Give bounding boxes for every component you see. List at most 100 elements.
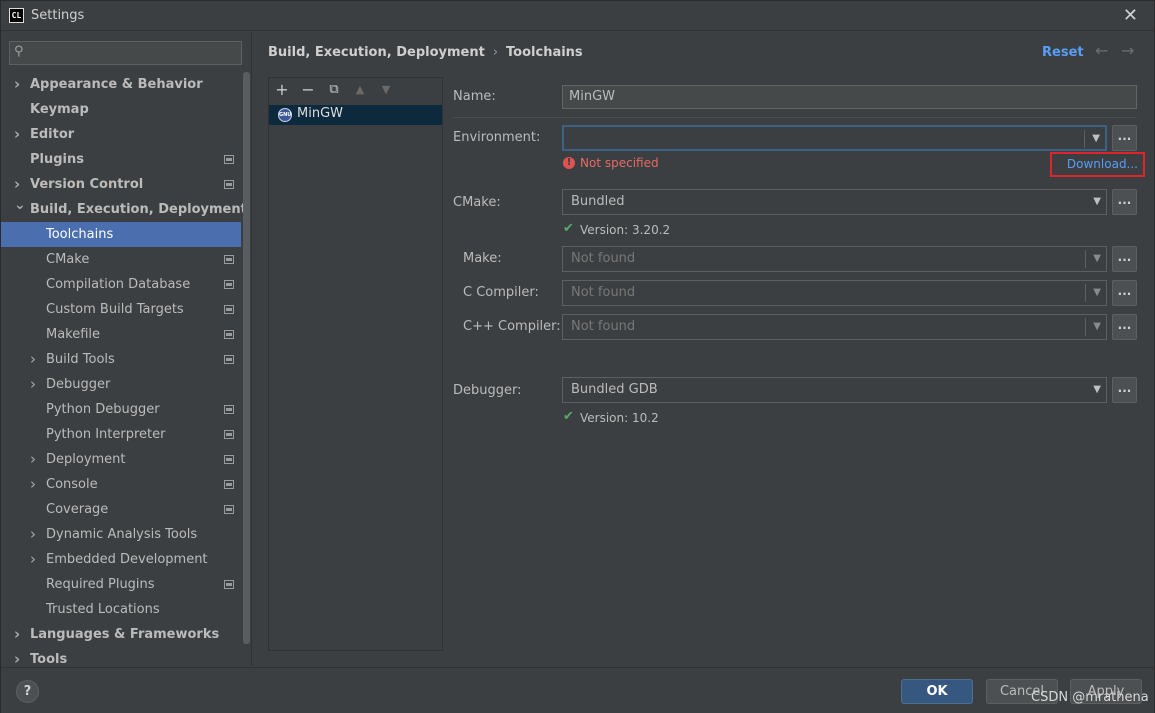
forward-arrow-icon[interactable]: →	[1121, 41, 1134, 60]
sidebar-item-plugins[interactable]: Plugins	[1, 147, 241, 172]
make-browse-button[interactable]: ...	[1112, 246, 1137, 272]
copy-icon[interactable]: ⧉	[324, 80, 344, 100]
project-level-icon	[224, 480, 234, 489]
cpp-compiler-dropdown[interactable]: Not found ▼	[562, 314, 1107, 340]
sidebar-item-toolchains[interactable]: Toolchains	[1, 222, 241, 247]
make-dropdown[interactable]: Not found ▼	[562, 246, 1107, 272]
chevron-right-icon[interactable]: ›	[30, 522, 36, 547]
debugger-browse-button[interactable]: ...	[1112, 377, 1137, 403]
add-icon[interactable]: +	[272, 80, 292, 100]
close-icon[interactable]: ✕	[1123, 5, 1138, 26]
settings-sidebar: ⚲ › Appearance & Behavior Keymap › Editor Plu…	[1, 32, 252, 668]
project-level-icon	[224, 280, 234, 289]
sidebar-item-editor[interactable]: › Editor	[1, 122, 241, 147]
cpp-compiler-browse-button[interactable]: ...	[1112, 314, 1137, 340]
sidebar-item-label: Compilation Database	[46, 277, 191, 292]
help-button[interactable]: ?	[16, 680, 39, 703]
sidebar-item-label: Custom Build Targets	[46, 302, 184, 317]
debugger-dropdown[interactable]: Bundled GDB ▼	[562, 377, 1107, 403]
form-divider	[453, 117, 1137, 118]
cmake-browse-button[interactable]: ...	[1112, 189, 1137, 215]
sidebar-item-build-tools[interactable]: › Build Tools	[1, 347, 241, 372]
environment-error-text: Not specified	[580, 156, 659, 170]
environment-dropdown[interactable]: ▼	[562, 125, 1107, 151]
project-level-icon	[224, 430, 234, 439]
chevron-right-icon[interactable]: ›	[30, 547, 36, 572]
sidebar-scrollbar[interactable]	[243, 72, 250, 644]
debugger-version-text: Version: 10.2	[580, 411, 659, 425]
error-icon: !	[563, 157, 575, 169]
chevron-down-icon: ▼	[1093, 384, 1101, 395]
project-level-icon	[224, 180, 234, 189]
sidebar-item-label: Appearance & Behavior	[30, 77, 203, 92]
sidebar-item-label: Editor	[30, 127, 75, 142]
sidebar-item-label: Deployment	[46, 452, 126, 467]
search-field[interactable]: ⚲	[9, 41, 242, 65]
sidebar-item-label: Build Tools	[46, 352, 115, 367]
sidebar-item-languages-frameworks[interactable]: › Languages & Frameworks	[1, 622, 241, 647]
chevron-right-icon[interactable]: ›	[30, 447, 36, 472]
sidebar-item-compilation-database[interactable]: Compilation Database	[1, 272, 241, 297]
dropdown-divider	[1085, 284, 1086, 302]
chevron-right-icon[interactable]: ›	[30, 372, 36, 397]
breadcrumb-current: Toolchains	[506, 45, 583, 60]
cmake-value: Bundled	[571, 194, 625, 209]
remove-icon[interactable]: −	[298, 80, 318, 100]
sidebar-item-python-interpreter[interactable]: Python Interpreter	[1, 422, 241, 447]
csdn-watermark: CSDN @mrathena	[1031, 690, 1149, 705]
sidebar-item-deployment[interactable]: › Deployment	[1, 447, 241, 472]
chevron-down-icon[interactable]: ⌄	[14, 193, 26, 218]
make-value: Not found	[571, 251, 636, 266]
project-level-icon	[224, 355, 234, 364]
project-level-icon	[224, 405, 234, 414]
c-compiler-dropdown[interactable]: Not found ▼	[562, 280, 1107, 306]
search-input[interactable]	[32, 44, 237, 62]
reset-link[interactable]: Reset	[1042, 45, 1084, 60]
chevron-right-icon[interactable]: ›	[14, 622, 20, 647]
sidebar-item-required-plugins[interactable]: Required Plugins	[1, 572, 241, 597]
sidebar-item-makefile[interactable]: Makefile	[1, 322, 241, 347]
sidebar-item-trusted-locations[interactable]: Trusted Locations	[1, 597, 241, 622]
project-level-icon	[224, 155, 234, 164]
name-field[interactable]: MinGW	[562, 85, 1137, 109]
sidebar-item-debugger[interactable]: › Debugger	[1, 372, 241, 397]
sidebar-item-custom-build-targets[interactable]: Custom Build Targets	[1, 297, 241, 322]
c-compiler-browse-button[interactable]: ...	[1112, 280, 1137, 306]
sidebar-item-version-control[interactable]: › Version Control	[1, 172, 241, 197]
chevron-down-icon: ▼	[1093, 196, 1101, 207]
chevron-right-icon[interactable]: ›	[30, 472, 36, 497]
sidebar-item-label: Coverage	[46, 502, 109, 517]
environment-browse-button[interactable]: ...	[1112, 125, 1137, 151]
sidebar-item-label: Trusted Locations	[46, 602, 160, 617]
move-down-icon[interactable]: ▼	[376, 80, 396, 100]
search-icon: ⚲	[14, 44, 24, 59]
sidebar-item-embedded-development[interactable]: › Embedded Development	[1, 547, 241, 572]
title-bar: CL Settings ✕	[1, 1, 1154, 31]
sidebar-item-python-debugger[interactable]: Python Debugger	[1, 397, 241, 422]
debugger-label: Debugger:	[453, 383, 522, 398]
breadcrumb-parent[interactable]: Build, Execution, Deployment	[268, 45, 485, 60]
sidebar-item-console[interactable]: › Console	[1, 472, 241, 497]
download-link[interactable]: Download...	[1050, 152, 1145, 177]
cmake-dropdown[interactable]: Bundled ▼	[562, 189, 1107, 215]
sidebar-item-coverage[interactable]: Coverage	[1, 497, 241, 522]
sidebar-item-build-execution-deployment[interactable]: ⌄ Build, Execution, Deployment	[1, 197, 247, 222]
chevron-right-icon[interactable]: ›	[14, 122, 20, 147]
chevron-right-icon[interactable]: ›	[14, 72, 20, 97]
sidebar-item-cmake[interactable]: CMake	[1, 247, 241, 272]
sidebar-item-dynamic-analysis-tools[interactable]: › Dynamic Analysis Tools	[1, 522, 241, 547]
cpp-compiler-value: Not found	[571, 319, 636, 334]
project-level-icon	[224, 330, 234, 339]
ok-button[interactable]: OK	[901, 679, 973, 704]
sidebar-item-label: Toolchains	[46, 227, 114, 242]
back-arrow-icon[interactable]: ←	[1095, 41, 1108, 60]
sidebar-item-label: Plugins	[30, 152, 84, 167]
move-up-icon[interactable]: ▲	[350, 80, 370, 100]
name-label: Name:	[453, 89, 496, 104]
sidebar-item-appearance-behavior[interactable]: › Appearance & Behavior	[1, 72, 241, 97]
debugger-value: Bundled GDB	[571, 382, 658, 397]
toolchain-item-mingw[interactable]: GNU MinGW	[269, 105, 442, 125]
dropdown-divider	[1084, 130, 1085, 148]
chevron-right-icon[interactable]: ›	[30, 347, 36, 372]
sidebar-item-keymap[interactable]: Keymap	[1, 97, 241, 122]
